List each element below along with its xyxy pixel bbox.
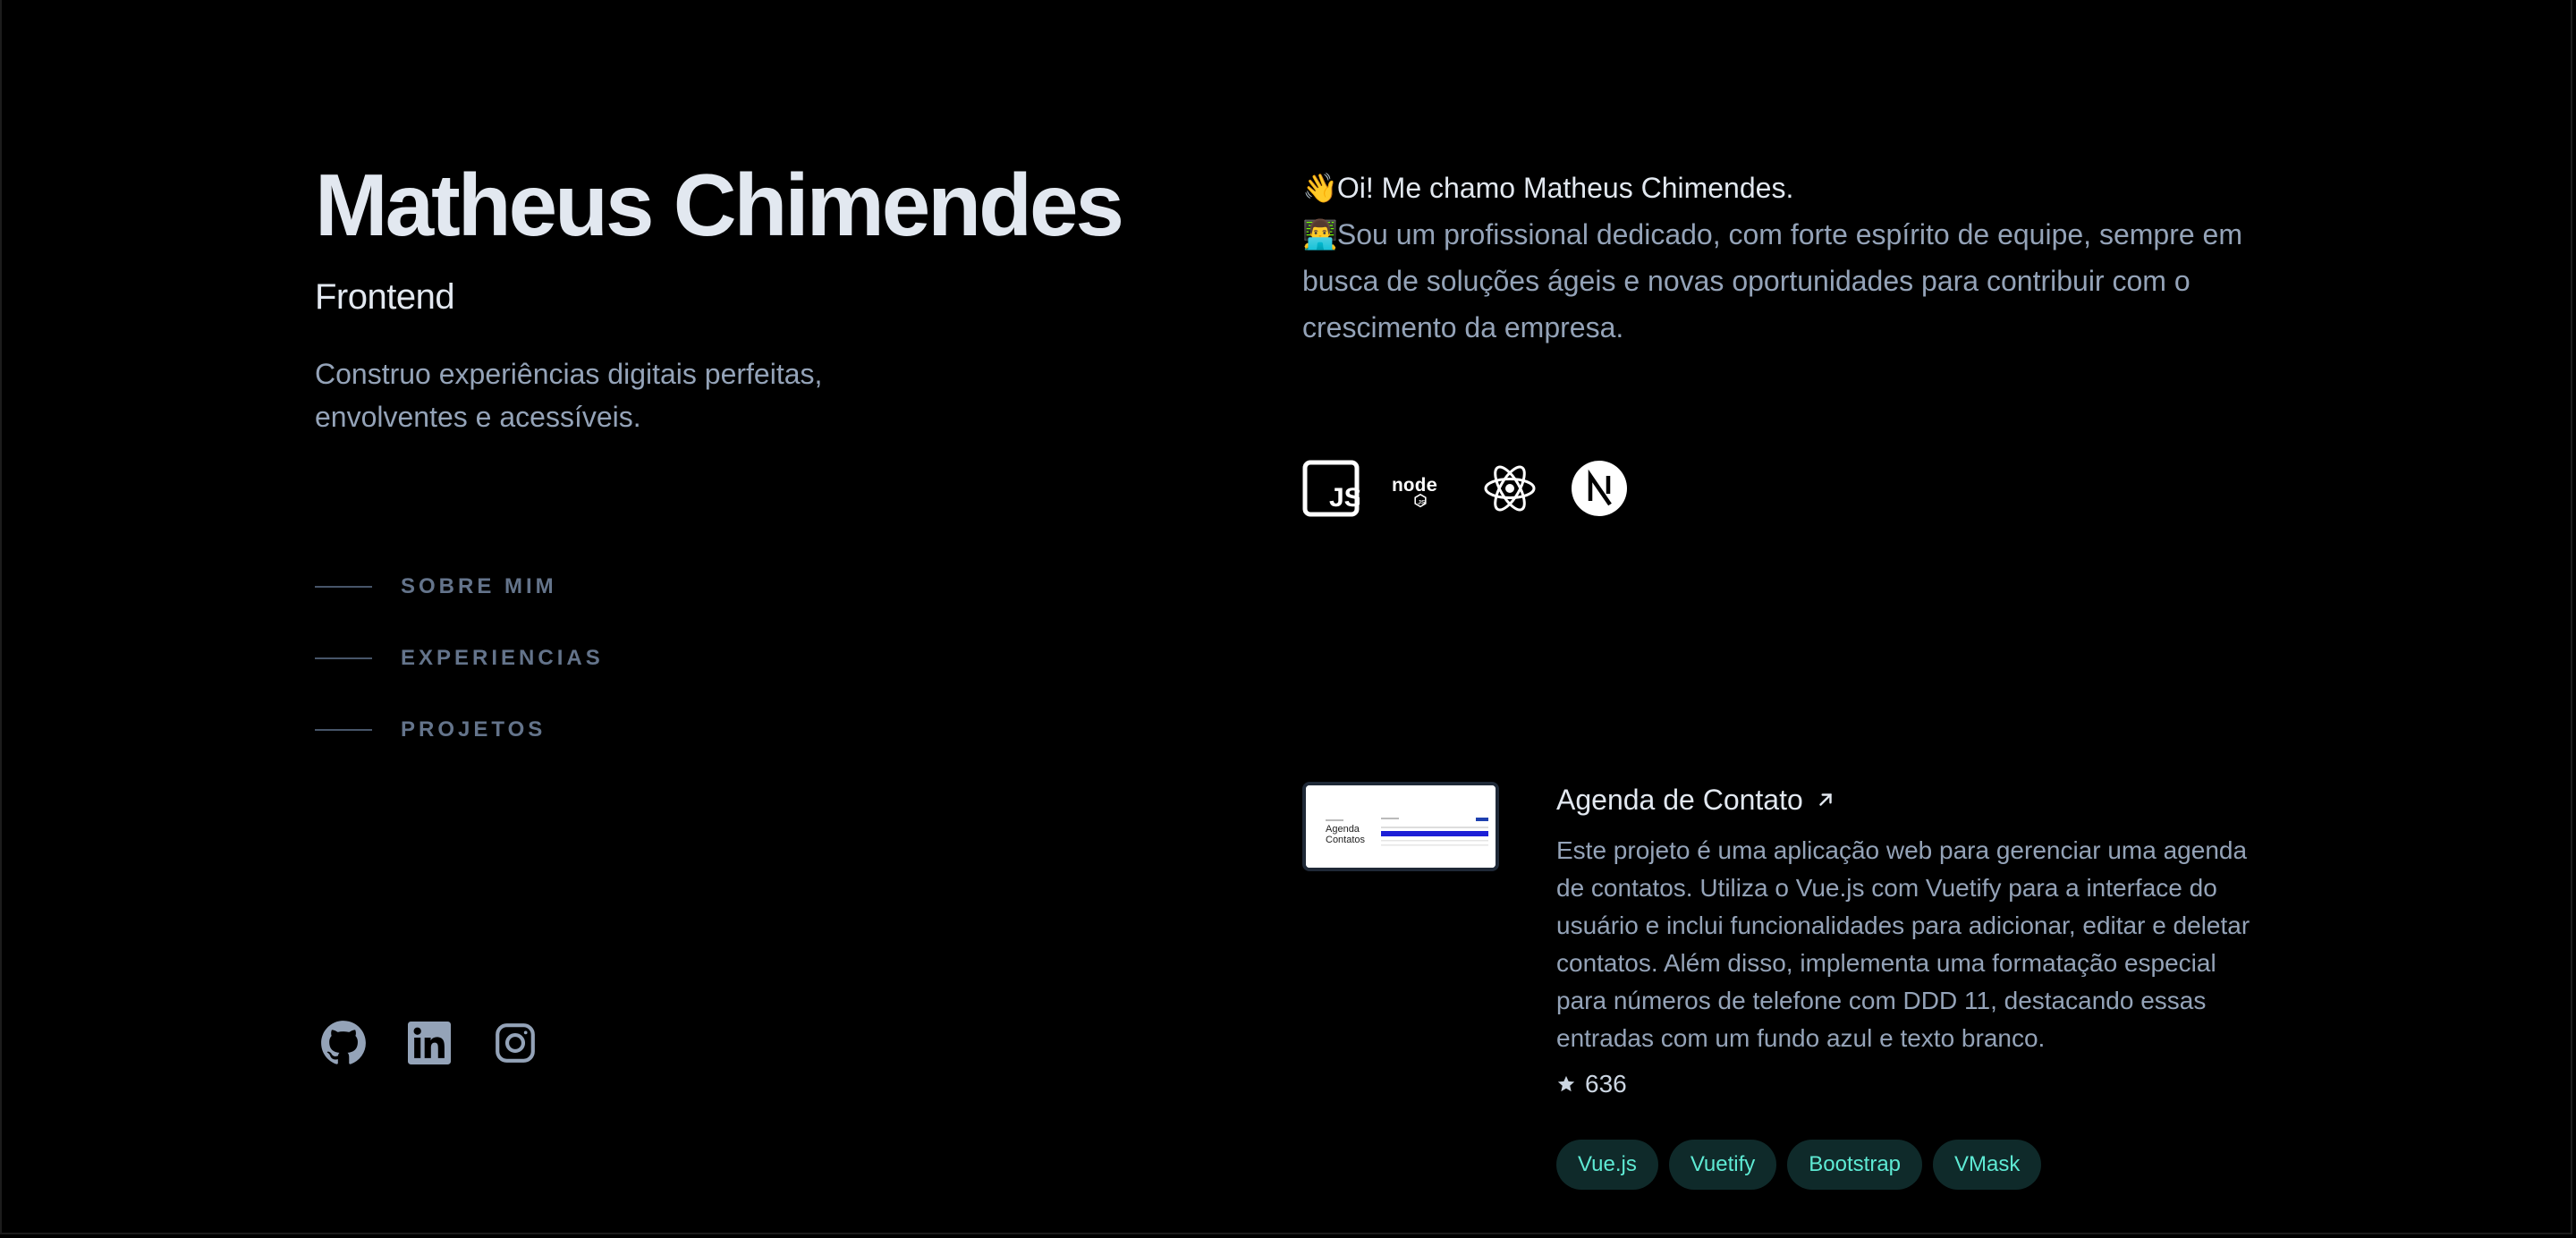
- star-icon: [1557, 1075, 1575, 1092]
- external-arrow-icon: [1819, 793, 1832, 806]
- project-title: Agenda de Contato: [1556, 784, 1803, 816]
- thumbnail-title-line-2: Contatos: [1326, 835, 1366, 845]
- profile-role: Frontend: [315, 277, 455, 317]
- tag-vuejs: Vue.js: [1556, 1140, 1658, 1190]
- nav-item-label: PROJETOS: [401, 717, 547, 742]
- nav-item-experiencias[interactable]: EXPERIENCIAS: [315, 633, 604, 683]
- project-tags: Vue.js Vuetify Bootstrap VMask: [1556, 1140, 2263, 1190]
- svg-text:JS: JS: [1329, 483, 1360, 513]
- greeting-line: 👋 Oi! Me chamo Matheus Chimendes.: [1302, 165, 2268, 211]
- linkedin-link[interactable]: [404, 1018, 454, 1068]
- nextjs-icon: [1571, 460, 1628, 517]
- thumbnail-title-line-1: Agenda: [1326, 824, 1360, 835]
- tag-vmask: VMask: [1933, 1140, 2042, 1190]
- bio-paragraph: 👨‍💻 Sou um profissional dedicado, com fo…: [1302, 211, 2268, 351]
- nav-item-sobre-mim[interactable]: SOBRE MIM: [315, 562, 604, 612]
- social-links: [318, 1018, 540, 1068]
- project-description: Este projeto é uma aplicação web para ge…: [1556, 836, 2250, 1052]
- bio-text: Sou um profissional dedicado, com forte …: [1302, 218, 2242, 343]
- project-body: Agenda de Contato Este projeto é uma apl…: [1556, 778, 2263, 1190]
- project-title-link[interactable]: Agenda de Contato: [1556, 778, 1835, 821]
- nav-indicator-line: [315, 729, 372, 731]
- nav-item-projetos[interactable]: PROJETOS: [315, 705, 604, 755]
- technologist-emoji: 👨‍💻: [1302, 218, 1338, 250]
- tag-bootstrap: Bootstrap: [1787, 1140, 1923, 1190]
- svg-text:JS: JS: [1418, 499, 1426, 505]
- section-nav: SOBRE MIM EXPERIENCIAS PROJETOS: [315, 562, 604, 776]
- github-link[interactable]: [318, 1018, 369, 1068]
- profile-name: Matheus Chimendes: [315, 156, 1124, 254]
- tech-stack: JS node JS: [1302, 460, 1628, 517]
- project-thumbnail[interactable]: Agenda Contatos: [1302, 782, 1499, 871]
- linkedin-icon: [408, 1022, 451, 1064]
- instagram-link[interactable]: [490, 1018, 540, 1068]
- greeting-text: Oi! Me chamo Matheus Chimendes.: [1336, 172, 1794, 204]
- star-count: 636: [1585, 1070, 1627, 1098]
- nav-item-label: SOBRE MIM: [401, 574, 557, 598]
- tag-vuetify: Vuetify: [1668, 1140, 1777, 1190]
- github-icon: [321, 1021, 366, 1064]
- nav-item-label: EXPERIENCIAS: [401, 646, 604, 670]
- waving-hand-emoji: 👋: [1302, 172, 1338, 204]
- nav-indicator-line: [315, 586, 372, 588]
- project-stars: 636: [1556, 1066, 2263, 1102]
- nav-indicator-line: [315, 657, 372, 659]
- nodejs-icon: node JS: [1392, 460, 1449, 517]
- react-icon: [1481, 460, 1538, 517]
- instagram-icon: [496, 1023, 535, 1063]
- profile-tagline: Construo experiências digitais perfeitas…: [315, 358, 823, 433]
- javascript-icon: JS: [1302, 460, 1360, 517]
- about-section: 👋 Oi! Me chamo Matheus Chimendes. 👨‍💻 So…: [1302, 165, 2268, 351]
- svg-text:node: node: [1392, 476, 1437, 497]
